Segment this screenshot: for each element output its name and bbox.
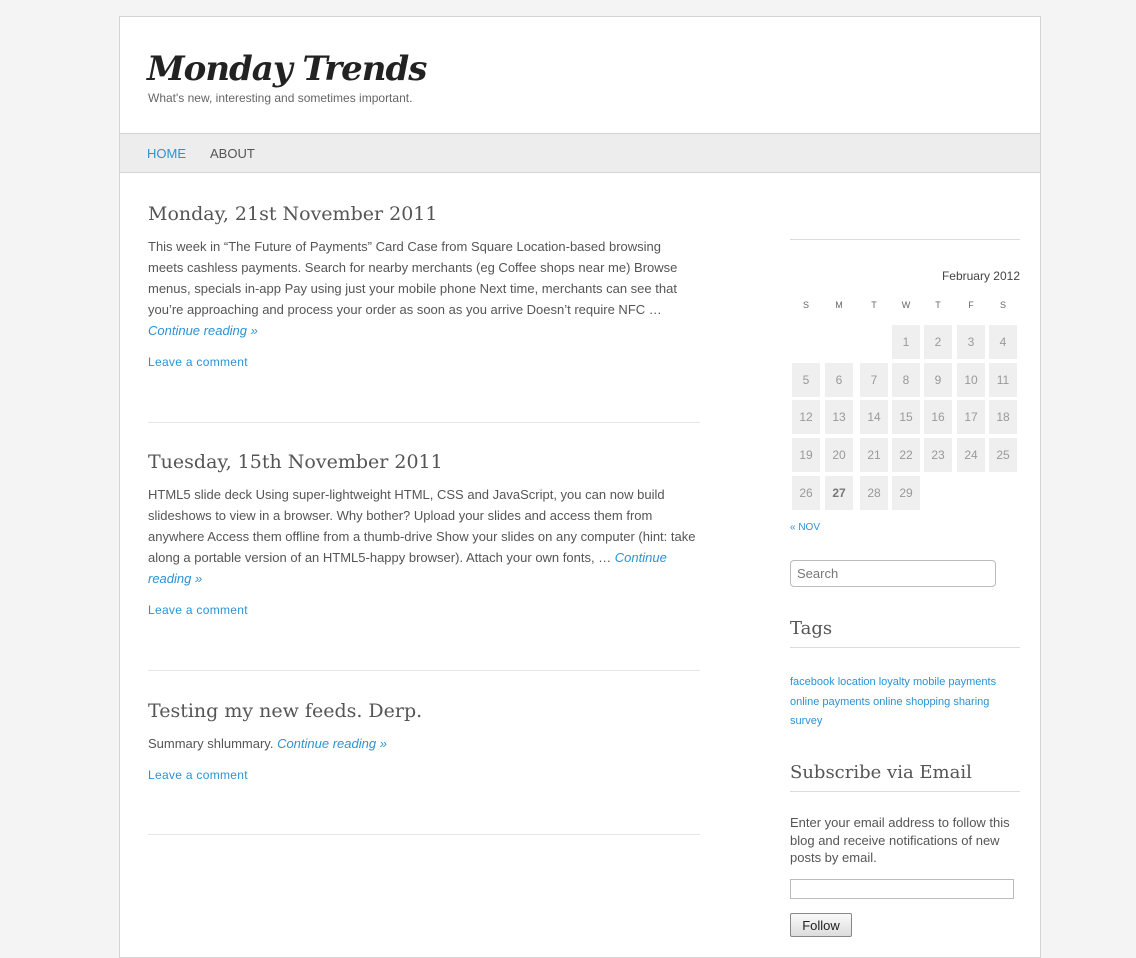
calendar-weekday: W bbox=[901, 300, 911, 310]
calendar-day: 29 bbox=[892, 476, 920, 510]
calendar-day: 18 bbox=[989, 400, 1017, 434]
post-title[interactable]: Tuesday, 15th November 2011 bbox=[148, 449, 700, 475]
post-divider bbox=[148, 670, 700, 671]
calendar-day: 23 bbox=[924, 438, 952, 472]
post-excerpt-text: Summary shlummary. bbox=[148, 736, 278, 751]
post-excerpt: HTML5 slide deck Using super-lightweight… bbox=[148, 484, 700, 589]
tags-widget-title: Tags bbox=[790, 617, 1020, 648]
calendar-day: 17 bbox=[957, 400, 985, 434]
calendar-day: 3 bbox=[957, 325, 985, 359]
calendar-day: 10 bbox=[957, 363, 985, 397]
calendar-day: 19 bbox=[792, 438, 820, 472]
search-input[interactable] bbox=[790, 560, 996, 587]
calendar-day: 24 bbox=[957, 438, 985, 472]
calendar-weekday: F bbox=[968, 300, 974, 310]
calendar-day: 11 bbox=[989, 363, 1017, 397]
continue-reading-link[interactable]: Continue reading » bbox=[148, 323, 258, 338]
site-tagline: What's new, interesting and sometimes im… bbox=[148, 91, 413, 105]
calendar-day: 28 bbox=[860, 476, 888, 510]
calendar-day: 1 bbox=[892, 325, 920, 359]
calendar-prev-link[interactable]: « NOV bbox=[790, 522, 820, 533]
calendar-day: 22 bbox=[892, 438, 920, 472]
calendar-day: 16 bbox=[924, 400, 952, 434]
calendar-day: 4 bbox=[989, 325, 1017, 359]
calendar-day: 12 bbox=[792, 400, 820, 434]
post-divider bbox=[148, 834, 700, 835]
calendar-day: 5 bbox=[792, 363, 820, 397]
tag-link[interactable]: sharing bbox=[953, 696, 989, 708]
calendar-day: 2 bbox=[924, 325, 952, 359]
calendar-weekday: S bbox=[802, 300, 809, 310]
post-excerpt: Summary shlummary. Continue reading » bbox=[148, 733, 700, 754]
site-title[interactable]: Monday Trends bbox=[147, 47, 427, 91]
tag-link[interactable]: loyalty bbox=[879, 676, 910, 688]
calendar-day: 13 bbox=[825, 400, 853, 434]
post-title[interactable]: Monday, 21st November 2011 bbox=[148, 201, 700, 227]
email-field[interactable] bbox=[790, 879, 1014, 899]
post-title[interactable]: Testing my new feeds. Derp. bbox=[148, 698, 700, 724]
nav-about[interactable]: ABOUT bbox=[210, 146, 255, 161]
calendar-weekday: T bbox=[871, 300, 877, 310]
leave-comment-link[interactable]: Leave a comment bbox=[148, 768, 700, 782]
calendar-day: 20 bbox=[825, 438, 853, 472]
calendar-day: 15 bbox=[892, 400, 920, 434]
calendar-day: 9 bbox=[924, 363, 952, 397]
post-divider bbox=[148, 422, 700, 423]
follow-button[interactable]: Follow bbox=[790, 913, 852, 937]
post-entry: Testing my new feeds. Derp. Summary shlu… bbox=[148, 698, 700, 782]
nav-home[interactable]: HOME bbox=[147, 146, 186, 161]
calendar-weekday: T bbox=[935, 300, 941, 310]
tag-link[interactable]: online payments bbox=[790, 696, 870, 708]
tag-link[interactable]: mobile payments bbox=[913, 676, 996, 688]
calendar-day: 7 bbox=[860, 363, 888, 397]
leave-comment-link[interactable]: Leave a comment bbox=[148, 603, 700, 617]
site-header: Monday Trends What's new, interesting an… bbox=[120, 17, 1040, 133]
calendar-weekday: S bbox=[999, 300, 1006, 310]
calendar-day: 8 bbox=[892, 363, 920, 397]
calendar-day: 26 bbox=[792, 476, 820, 510]
sidebar-divider bbox=[790, 239, 1020, 240]
continue-reading-link[interactable]: Continue reading » bbox=[277, 736, 387, 751]
calendar-day-today: 27 bbox=[825, 476, 853, 510]
tag-link[interactable]: location bbox=[838, 676, 876, 688]
calendar-caption: February 2012 bbox=[941, 269, 1020, 283]
calendar-weekday: M bbox=[835, 300, 843, 310]
tag-cloud: facebook location loyalty mobile payment… bbox=[790, 673, 1010, 732]
post-entry: Tuesday, 15th November 2011 HTML5 slide … bbox=[148, 449, 700, 617]
subscribe-widget-title: Subscribe via Email bbox=[790, 761, 1020, 792]
page-container: Monday Trends What's new, interesting an… bbox=[119, 16, 1041, 958]
leave-comment-link[interactable]: Leave a comment bbox=[148, 355, 700, 369]
post-excerpt: This week in “The Future of Payments” Ca… bbox=[148, 236, 700, 341]
calendar-day: 6 bbox=[825, 363, 853, 397]
post-excerpt-text: This week in “The Future of Payments” Ca… bbox=[148, 239, 678, 317]
calendar-day: 14 bbox=[860, 400, 888, 434]
post-excerpt-text: HTML5 slide deck Using super-lightweight… bbox=[148, 487, 696, 565]
calendar-day: 25 bbox=[989, 438, 1017, 472]
tag-link[interactable]: survey bbox=[790, 715, 822, 727]
subscribe-description: Enter your email address to follow this … bbox=[790, 815, 1010, 865]
tag-link[interactable]: facebook bbox=[790, 676, 835, 688]
post-entry: Monday, 21st November 2011 This week in … bbox=[148, 201, 700, 369]
main-nav: HOME ABOUT bbox=[120, 133, 1040, 173]
tag-link[interactable]: online shopping bbox=[873, 696, 950, 708]
calendar-day: 21 bbox=[860, 438, 888, 472]
